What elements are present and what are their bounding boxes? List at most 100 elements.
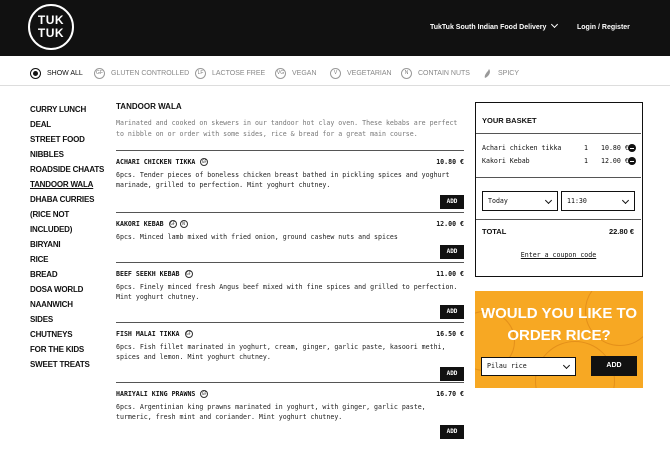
remove-icon[interactable] xyxy=(628,157,636,165)
filter-vegan[interactable]: VG VEGAN xyxy=(275,68,317,79)
item-price: 11.00 € xyxy=(436,270,464,278)
delivery-day-value: Today xyxy=(488,197,508,205)
filter-contain-nuts[interactable]: N CONTAIN NUTS xyxy=(401,68,470,79)
item-name-wrap: KAKORI KEBAB GF N xyxy=(116,220,188,228)
menu-item: HARIYALI KING PRAWNS GF 16.70 € 6pcs. Arg… xyxy=(116,382,464,440)
filter-label: VEGAN xyxy=(292,70,317,77)
add-to-basket-button[interactable]: ADD xyxy=(440,425,464,439)
divider xyxy=(476,133,641,134)
category-bread[interactable]: BREAD xyxy=(30,267,108,282)
chevron-down-icon xyxy=(562,361,571,370)
chevron-down-icon xyxy=(544,196,553,205)
category-biryani[interactable]: BIRYANI xyxy=(30,237,108,252)
rice-select-value: Pilau rice xyxy=(487,362,527,370)
item-price: 16.50 € xyxy=(436,330,464,338)
filter-label: SHOW ALL xyxy=(47,70,83,77)
menu-item: ACHARI CHICKEN TIKKA GF 10.80 € 6pcs. Ten… xyxy=(116,150,464,210)
item-name: HARIYALI KING PRAWNS xyxy=(116,390,196,398)
filter-label: CONTAIN NUTS xyxy=(418,70,470,77)
section-description: Marinated and cooked on skewers in our t… xyxy=(116,119,458,138)
filter-label: SPICY xyxy=(498,70,520,77)
menu-item: KAKORI KEBAB GF N 12.00 € 6pcs. Minced lam… xyxy=(116,212,464,260)
category-dhaba-curries[interactable]: DHABA CURRIES (RICE NOT INCLUDED) xyxy=(30,192,108,237)
nuts-icon: N xyxy=(401,68,412,79)
nuts-icon: N xyxy=(179,220,188,228)
filter-label: LACTOSE FREE xyxy=(212,70,266,77)
chevron-down-icon xyxy=(621,196,630,205)
category-for-the-kids[interactable]: FOR THE KIDS xyxy=(30,342,108,357)
rice-promo-panel: WOULD YOU LIKE TO ORDER RICE? Pilau rice… xyxy=(475,291,643,388)
radio-selected-icon xyxy=(30,68,41,79)
gluten-icon: GF xyxy=(200,158,209,166)
add-to-basket-button[interactable]: ADD xyxy=(440,245,464,259)
add-to-basket-button[interactable]: ADD xyxy=(440,195,464,209)
category-tandoor-wala[interactable]: TANDOOR WALA xyxy=(30,177,108,192)
item-price: 16.70 € xyxy=(436,390,464,398)
category-nav: CURRY LUNCH DEAL STREET FOOD NIBBLES ROA… xyxy=(30,102,108,372)
site-header: TUK TUK TukTuk South Indian Food Deliver… xyxy=(0,0,670,56)
menu-section: TANDOOR WALA Marinated and cooked on ske… xyxy=(116,102,464,439)
filter-lactose-free[interactable]: LF LACTOSE FREE xyxy=(195,68,265,79)
add-to-basket-button[interactable]: ADD xyxy=(440,367,464,381)
basket-panel: YOUR BASKET Achari chicken tikka 1 10.80… xyxy=(475,102,643,277)
login-register-link[interactable]: Login / Register xyxy=(577,24,630,31)
category-street-food-nibbles[interactable]: STREET FOOD NIBBLES xyxy=(30,132,108,162)
category-sides[interactable]: SIDES xyxy=(30,312,108,327)
rice-promo-line2: ORDER RICE? xyxy=(507,327,611,344)
rice-promo-line1: WOULD YOU LIKE TO xyxy=(480,305,638,322)
delivery-day-select[interactable]: Today xyxy=(482,191,558,211)
filter-spicy[interactable]: SPICY xyxy=(482,68,519,79)
delivery-time-select[interactable]: 11:30 xyxy=(561,191,635,211)
filter-vegetarian[interactable]: V VEGETARIAN xyxy=(330,68,392,79)
category-sweet-treats[interactable]: SWEET TREATS xyxy=(30,357,108,372)
vegan-icon: VG xyxy=(275,68,286,79)
section-title: TANDOOR WALA xyxy=(116,102,182,111)
gluten-icon: GF xyxy=(94,68,105,79)
basket-item-price: 10.80 € xyxy=(601,144,629,152)
category-naanwich[interactable]: NAANWICH xyxy=(30,297,108,312)
gluten-icon: GF xyxy=(168,220,177,228)
location-dropdown[interactable]: TukTuk South Indian Food Delivery xyxy=(430,20,559,31)
item-name-wrap: FISH MALAI TIKKA GF xyxy=(116,330,193,338)
add-rice-button[interactable]: ADD xyxy=(591,356,637,376)
divider xyxy=(476,177,641,178)
basket-item-name: Kakori Kebab xyxy=(482,157,530,165)
basket-title: YOUR BASKET xyxy=(482,116,537,125)
item-name: BEEF SEEKH KEBAB xyxy=(116,270,180,278)
basket-item-qty: 1 xyxy=(584,144,588,152)
category-chutneys[interactable]: CHUTNEYS xyxy=(30,327,108,342)
filter-gluten-controlled[interactable]: GF GLUTEN CONTROLLED xyxy=(94,68,189,79)
item-description: 6pcs. Fish fillet marinated in yoghurt, … xyxy=(116,343,446,361)
chili-icon xyxy=(484,69,490,78)
location-label: TukTuk South Indian Food Delivery xyxy=(430,24,547,31)
total-value: 22.80 € xyxy=(608,227,634,236)
coupon-link[interactable]: Enter a coupon code xyxy=(476,251,641,259)
logo-line2: TUK xyxy=(37,26,65,40)
divider xyxy=(476,219,641,220)
item-price: 10.80 € xyxy=(436,158,464,166)
category-rice[interactable]: RICE xyxy=(30,252,108,267)
menu-item: BEEF SEEKH KEBAB GF 11.00 € 6pcs. Finely … xyxy=(116,262,464,320)
item-price: 12.00 € xyxy=(436,220,464,228)
dietary-filter-bar: SHOW ALL GF GLUTEN CONTROLLED LF LACTOSE F… xyxy=(0,62,670,86)
rice-promo-title: WOULD YOU LIKE TO ORDER RICE? xyxy=(475,303,643,347)
item-description: 6pcs. Minced lamb mixed with fried onion… xyxy=(116,233,398,241)
add-to-basket-button[interactable]: ADD xyxy=(440,305,464,319)
category-curry-lunch-deal[interactable]: CURRY LUNCH DEAL xyxy=(30,102,108,132)
item-description: 6pcs. Tender pieces of boneless chicken … xyxy=(116,171,450,189)
item-name: KAKORI KEBAB xyxy=(116,220,164,228)
gluten-icon: GF xyxy=(184,330,193,338)
category-roadside-chaats[interactable]: ROADSIDE CHAATS xyxy=(30,162,108,177)
filter-show-all[interactable]: SHOW ALL xyxy=(30,68,83,79)
delivery-time-value: 11:30 xyxy=(567,197,587,205)
item-name: FISH MALAI TIKKA xyxy=(116,330,180,338)
basket-item-qty: 1 xyxy=(584,157,588,165)
gluten-icon: GF xyxy=(200,390,209,398)
remove-icon[interactable] xyxy=(628,144,636,152)
tuktuk-logo[interactable]: TUK TUK xyxy=(28,4,74,50)
rice-select[interactable]: Pilau rice xyxy=(481,357,576,376)
total-label: TOTAL xyxy=(482,227,507,236)
item-description: 6pcs. Finely minced fresh Angus beef mix… xyxy=(116,283,458,301)
category-dosa-world[interactable]: DOSA WORLD xyxy=(30,282,108,297)
lactose-icon: LF xyxy=(195,68,206,79)
